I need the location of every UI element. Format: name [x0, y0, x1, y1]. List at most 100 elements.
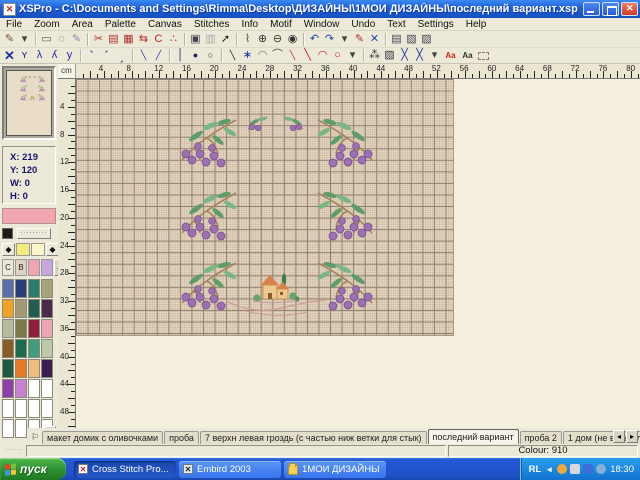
floss-icon[interactable]: ⌇	[240, 32, 255, 47]
motif-olive-branch[interactable]	[182, 191, 237, 240]
pointer-icon[interactable]: ➚	[218, 32, 233, 47]
half-back-icon[interactable]: ╲	[136, 48, 151, 63]
tray-icon-1[interactable]	[557, 464, 567, 474]
motif-olive-sprig[interactable]	[33, 76, 35, 78]
design-tab[interactable]: последний вариант	[428, 429, 519, 444]
mirror-icon[interactable]: ⇆	[136, 32, 151, 47]
redo-dropdown-icon[interactable]: ▾	[337, 32, 352, 47]
tab-scroll-left[interactable]: ◂	[613, 430, 625, 443]
save-pattern-icon[interactable]: ▤	[389, 32, 404, 47]
black-color-swatch[interactable]	[2, 228, 13, 239]
menu-canvas[interactable]: Canvas	[142, 19, 188, 30]
motif-olive-sprig[interactable]	[284, 116, 303, 130]
curve-dropdown-icon[interactable]: ▾	[345, 48, 360, 63]
motif-house[interactable]	[29, 96, 35, 100]
palette-col-b[interactable]: B	[15, 259, 27, 276]
tray-icon-2[interactable]	[570, 464, 580, 474]
red-curve-icon[interactable]: ◠	[315, 48, 330, 63]
menu-info[interactable]: Info	[235, 19, 264, 30]
motif-olive-sprig[interactable]	[29, 76, 31, 78]
tray-icon-3[interactable]	[583, 464, 593, 474]
scatter-icon[interactable]: ∴	[166, 32, 181, 47]
bead-icon[interactable]: ○	[203, 48, 218, 63]
palette-swatch[interactable]	[15, 339, 27, 358]
palette-swatch[interactable]	[15, 379, 27, 398]
motif-olive-branch[interactable]	[38, 76, 45, 82]
motif-olive-branch[interactable]	[317, 191, 372, 240]
palette-swatch[interactable]	[28, 339, 40, 358]
print-icon[interactable]: ▥	[203, 32, 218, 47]
menu-help[interactable]: Help	[460, 19, 493, 30]
menu-settings[interactable]: Settings	[412, 19, 460, 30]
close-button[interactable]	[621, 2, 638, 16]
palette-swatch[interactable]	[41, 319, 53, 338]
three-quarter-3-icon[interactable]: ʎ	[47, 48, 62, 63]
taskbar-button[interactable]: ✕Cross Stitch Pro...	[74, 461, 176, 478]
full-cross-icon[interactable]: ✕	[2, 48, 17, 63]
taskbar-button[interactable]: ✕Embird 2003	[179, 461, 281, 478]
palette-swatch[interactable]	[41, 299, 53, 318]
half-forward-icon[interactable]: ╱	[151, 48, 166, 63]
palette-swatch[interactable]	[15, 319, 27, 338]
menu-zoom[interactable]: Zoom	[28, 19, 66, 30]
needle-pen-icon[interactable]: ✎	[352, 32, 367, 47]
zoom-in-icon[interactable]: ⊕	[255, 32, 270, 47]
needle-dropdown-icon[interactable]: ▾	[427, 48, 442, 63]
motif-tool-icon[interactable]: ⁂	[367, 48, 382, 63]
redo-icon[interactable]: ↷	[322, 32, 337, 47]
palette-swatch[interactable]	[15, 279, 27, 298]
design-tab[interactable]: проба	[164, 431, 199, 444]
taskbar-button[interactable]: 1МОИ ДИЗАЙНЫ	[284, 461, 386, 478]
design-tab[interactable]: проба 2	[520, 431, 562, 444]
palette-swatch[interactable]	[41, 339, 53, 358]
palette-swatch[interactable]	[15, 399, 27, 418]
delete-stitch-icon[interactable]: ✕	[367, 32, 382, 47]
pencil-dropdown-icon[interactable]: ▾	[17, 32, 32, 47]
text-black-icon[interactable]: Aa	[459, 48, 476, 63]
palette-swatch[interactable]	[41, 379, 53, 398]
tab-scroll-right[interactable]: ▸	[626, 430, 638, 443]
menu-motif[interactable]: Motif	[264, 19, 298, 30]
select-freehand-icon[interactable]: ✎	[69, 32, 84, 47]
palette-swatch[interactable]	[2, 299, 14, 318]
palette-swatch[interactable]	[28, 299, 40, 318]
design-tab[interactable]: макет домик с оливочками	[42, 431, 163, 444]
import-doc-icon[interactable]: ▨	[419, 32, 434, 47]
palette-options-button[interactable]: ·········	[17, 228, 51, 239]
three-quarter-1-icon[interactable]: ʏ	[17, 48, 32, 63]
palette-swatch[interactable]	[41, 359, 53, 378]
select-rect-icon[interactable]: ▭	[39, 32, 54, 47]
menu-text[interactable]: Text	[381, 19, 411, 30]
palette-swatch[interactable]	[41, 279, 53, 298]
backstitch-icon[interactable]: │	[173, 48, 188, 63]
three-quarter-4-icon[interactable]: y	[62, 48, 77, 63]
cut-icon[interactable]: ✂	[91, 32, 106, 47]
quarter-2-icon[interactable]: ˊ	[99, 48, 114, 63]
language-indicator[interactable]: RL	[529, 464, 542, 475]
menu-undo[interactable]: Undo	[345, 19, 381, 30]
fabric-grid[interactable]	[76, 79, 454, 336]
longstitch-icon[interactable]: ╲	[225, 48, 240, 63]
redline-icon[interactable]: ╲	[285, 48, 300, 63]
paste-icon[interactable]: ▦	[121, 32, 136, 47]
motif-olive-branch[interactable]	[20, 76, 27, 82]
current-color-swatch[interactable]	[2, 208, 56, 224]
pale-yellow-swatch[interactable]	[31, 243, 45, 256]
select-lasso-icon[interactable]: ◌	[54, 32, 69, 47]
palette-swatch[interactable]	[2, 379, 14, 398]
needle-cross-2-icon[interactable]: ╳	[412, 48, 427, 63]
quarter-3-icon[interactable]: ˏ	[114, 48, 129, 63]
motif-olive-branch[interactable]	[182, 118, 237, 167]
menu-window[interactable]: Window	[298, 19, 346, 30]
rotate-icon[interactable]: C	[151, 32, 166, 47]
palette-swatch[interactable]	[15, 299, 27, 318]
menu-area[interactable]: Area	[66, 19, 99, 30]
arc-gray-icon[interactable]: ◠	[255, 48, 270, 63]
symbol-button-left[interactable]: ◆	[2, 243, 15, 256]
palette-swatch[interactable]	[2, 339, 14, 358]
tray-icon-4[interactable]	[596, 464, 606, 474]
view-screen-icon[interactable]: ▣	[188, 32, 203, 47]
minimize-button[interactable]	[583, 2, 600, 16]
palette-swatch[interactable]	[2, 419, 14, 438]
palette-swatch[interactable]	[2, 399, 14, 418]
